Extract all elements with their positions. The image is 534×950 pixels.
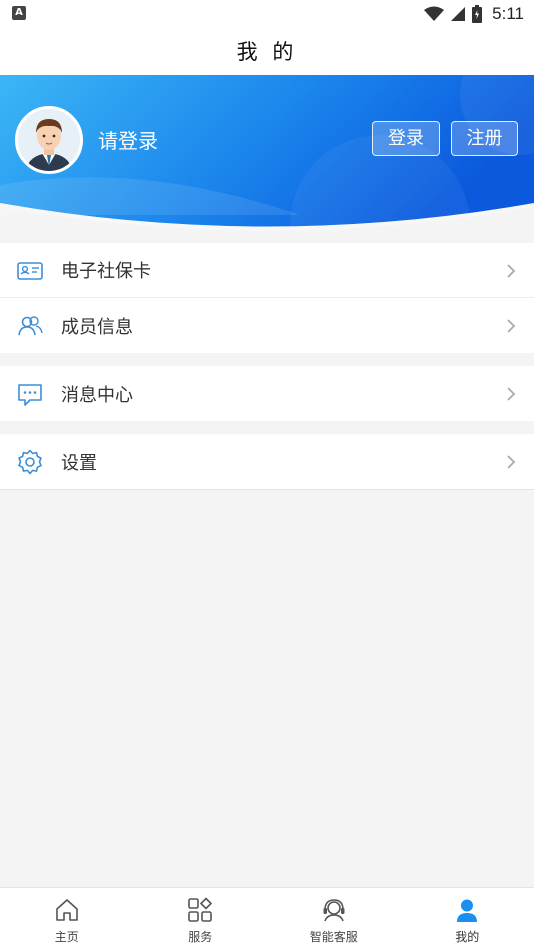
id-card-icon [17, 262, 43, 280]
menu-group-cards: 电子社保卡 成员信息 [0, 243, 534, 353]
profile-banner: 请登录 登录 注册 [0, 75, 534, 232]
tab-home[interactable]: 主页 [0, 888, 134, 950]
avatar[interactable] [15, 106, 83, 174]
menu-label: 设置 [61, 452, 97, 474]
status-time: 5:11 [492, 4, 524, 23]
home-icon [55, 899, 78, 921]
services-grid-icon [188, 897, 213, 922]
menu-label: 电子社保卡 [61, 261, 151, 282]
bottom-tab-bar: 主页 服务 智能客服 我的 [0, 887, 534, 950]
members-icon [18, 316, 43, 336]
chevron-right-icon [507, 387, 516, 401]
tab-label: 主页 [54, 930, 79, 944]
tab-label: 我的 [455, 930, 480, 944]
tab-mine[interactable]: 我的 [401, 888, 534, 950]
status-bar: A 5:11 [0, 0, 534, 28]
menu-group-messages: 消息中心 [0, 366, 534, 421]
mine-screen: A 5:11 我 的 请登录 登录 注册 电子社保卡 成员信息 消息中心 设置 … [0, 0, 534, 950]
tab-services[interactable]: 服务 [134, 888, 268, 950]
message-icon [18, 384, 42, 406]
gear-icon [18, 449, 42, 475]
customer-service-icon [323, 899, 345, 922]
tab-label: 服务 [188, 930, 213, 944]
menu-label: 成员信息 [61, 316, 133, 338]
wifi-icon [424, 6, 445, 21]
tab-label: 智能客服 [309, 930, 358, 944]
menu-group-settings: 设置 [0, 434, 534, 490]
menu-item-message-center[interactable]: 消息中心 [0, 366, 534, 421]
signal-icon [451, 7, 466, 21]
menu-item-settings[interactable]: 设置 [0, 434, 534, 489]
status-indicators: 5:11 [424, 3, 524, 25]
menu-label: 消息中心 [61, 384, 133, 406]
tab-customer-service[interactable]: 智能客服 [267, 888, 401, 950]
login-button[interactable]: 登录 [372, 121, 440, 156]
user-icon [457, 899, 478, 922]
page-title: 我 的 [236, 40, 298, 64]
app-notification-icon: A [12, 6, 26, 20]
register-button[interactable]: 注册 [451, 121, 518, 156]
chevron-right-icon [507, 264, 516, 278]
title-bar: 我 的 [0, 28, 534, 76]
login-prompt[interactable]: 请登录 [98, 125, 158, 154]
battery-icon [472, 5, 483, 23]
chevron-right-icon [507, 455, 516, 469]
avatar-illustration [18, 109, 80, 171]
menu-item-member-info[interactable]: 成员信息 [0, 298, 534, 353]
chevron-right-icon [507, 319, 516, 333]
menu-item-social-security-card[interactable]: 电子社保卡 [0, 243, 534, 298]
